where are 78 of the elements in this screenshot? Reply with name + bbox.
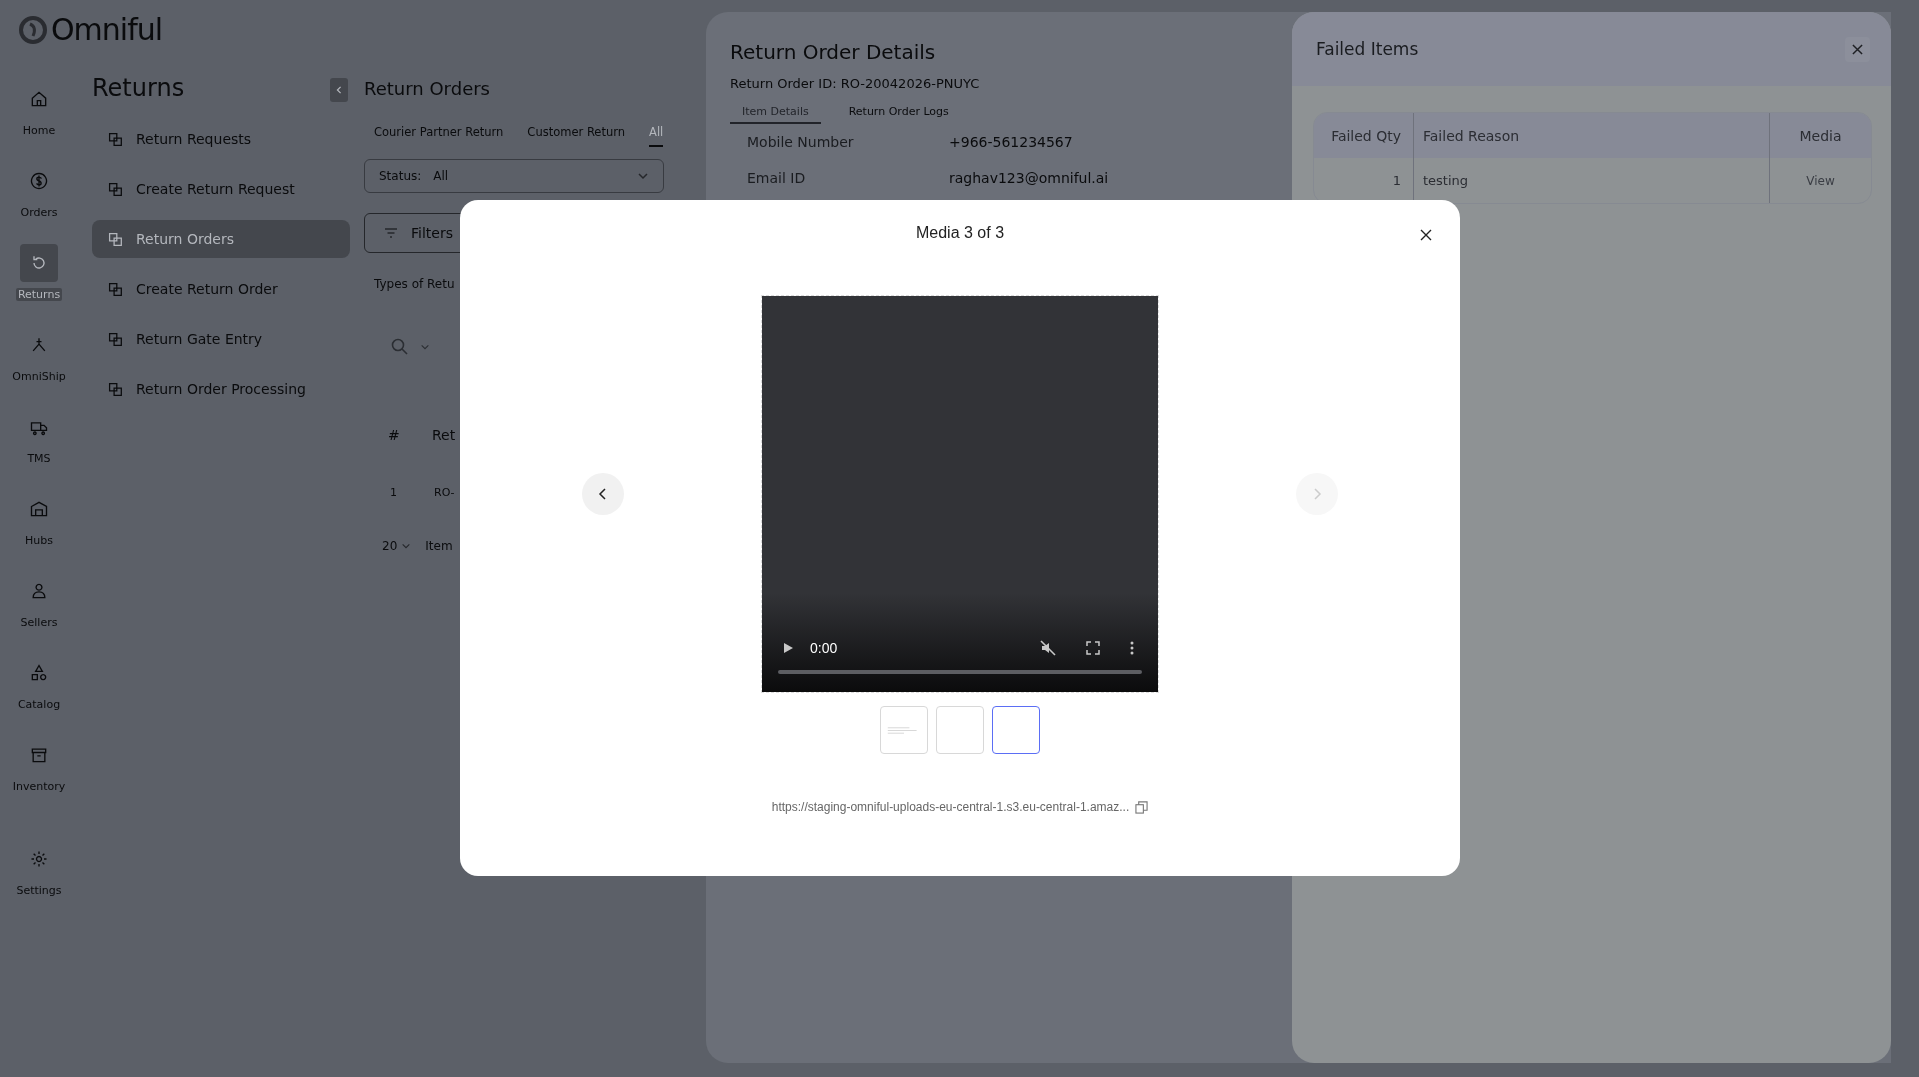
column-header: # [387,427,401,443]
drawer-title: Return Order Details [730,40,936,64]
more-icon[interactable] [1130,641,1134,655]
rail-label[interactable]: Orders [20,206,58,219]
rail-highlight[interactable] [20,244,58,282]
video-player[interactable]: 0:00 [762,296,1158,692]
section-title: Returns [92,74,185,102]
chevron-down-icon[interactable] [420,342,430,352]
document-icon [106,330,124,348]
logo-icon [18,14,48,45]
submenu-item[interactable]: Return Order Processing [92,370,350,408]
chevron-down-icon [401,541,412,551]
table-cell-text: 1 [389,485,398,499]
thumbnail[interactable] [992,706,1040,754]
collapse-button[interactable] [330,78,348,102]
logo-text: Omniful [51,12,163,47]
rail-label[interactable]: Sellers [20,616,58,629]
fullscreen-icon[interactable] [1086,641,1100,655]
play-icon[interactable] [782,642,794,654]
table-cell: RO- [434,485,455,499]
field-value: raghav123@omniful.ai [949,170,1109,186]
column-header: Failed Qty [1314,113,1414,158]
document-icon [106,180,124,198]
speaker-icon[interactable] [1040,640,1056,656]
shapes-icon[interactable] [29,663,49,683]
tab[interactable]: Item Details [730,105,821,124]
field-label: Email ID [747,170,807,186]
tab[interactable]: Courier Partner Return [374,125,504,147]
document-icon [106,280,124,298]
tab[interactable]: Customer Return [527,125,626,147]
submenu-item[interactable]: Create Return Order [92,270,350,308]
rail-label[interactable]: Inventory [12,780,66,793]
chevron-down-icon [637,170,649,182]
rail-label[interactable]: Catalog [17,698,61,711]
chevron-right-icon [1311,488,1323,500]
tab[interactable]: All [649,125,664,147]
rail-label[interactable]: Settings [16,884,62,897]
document-icon [106,380,124,398]
chevron-left-icon [597,488,609,500]
document-icon [106,230,124,248]
filter-icon [383,225,399,241]
rail-label[interactable]: OmniShip [12,370,66,383]
chevron-left-icon [335,86,343,94]
view-link[interactable]: View [1770,158,1871,203]
page-title: Return Orders [364,78,490,99]
document-icon [106,130,124,148]
dollar-icon[interactable] [29,171,49,191]
copy-icon[interactable] [1135,800,1149,814]
column-header: Media [1798,126,1843,146]
submenu-item[interactable]: Create Return Request [92,170,350,208]
status-select[interactable]: Status: All [364,159,664,193]
gear-icon[interactable] [29,849,49,869]
pager-text: Item [425,539,453,553]
rail-label[interactable]: Hubs [25,534,53,547]
rail-label[interactable]: Returns [15,288,63,301]
warehouse-icon[interactable] [29,499,49,519]
drawer-title: Failed Items [1316,39,1419,59]
page-size-select[interactable]: 20 [382,539,412,553]
column-header: Failed Reason [1414,113,1770,158]
progress-track[interactable] [778,670,1142,674]
rail-label[interactable]: Home [22,124,56,137]
tab[interactable]: Return Order Logs [836,105,961,124]
submenu-item[interactable]: Return Gate Entry [92,320,350,358]
rail-label[interactable]: TMS [27,452,51,465]
media-url: https://staging-omniful-uploads-eu-central-1.s3.eu-central-1.amaz... [771,800,1130,814]
submenu-item[interactable]: Return Orders [92,220,350,258]
video-time: 0:00 [810,640,838,656]
order-id: Return Order ID: RO-20042026-PNUYC [730,76,980,91]
search-icon[interactable] [390,337,410,357]
field-value: +966-561234567 [949,134,1073,150]
close-icon [1852,43,1863,55]
close-icon [1420,229,1432,241]
submenu-item[interactable]: Return Requests [92,120,350,158]
modal-title: Media 3 of 3 [915,224,1005,242]
types-label: Types of Retu [374,277,456,291]
column-header: Ret [432,427,456,443]
field-label: Mobile Number [747,134,855,150]
house-icon[interactable] [29,89,49,109]
